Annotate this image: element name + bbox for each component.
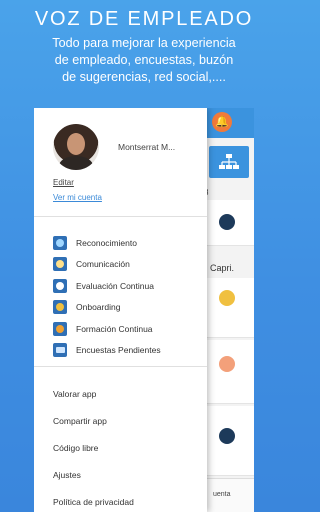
onboarding-icon: [53, 300, 67, 315]
avatar[interactable]: [53, 124, 99, 170]
menu-item-reconocimiento[interactable]: Reconocimiento: [53, 232, 161, 254]
surveys-icon: [53, 343, 67, 358]
lightbulb-icon: [219, 356, 235, 372]
promo-title: VOZ DE EMPLEADO: [34, 8, 254, 30]
app-bottom-label: uenta: [213, 491, 231, 498]
promo-subtitle: Todo para mejorar la experiencia de empl…: [0, 35, 288, 86]
rocket-icon: [219, 428, 235, 444]
promo-header: VOZ DE EMPLEADO Todo para mejorar la exp…: [0, 0, 288, 104]
my-account-link[interactable]: Ver mi cuenta: [53, 193, 102, 202]
org-chart-svg: [219, 154, 239, 169]
menu-item-valorar-app[interactable]: Valorar app: [53, 380, 134, 407]
divider: [34, 366, 207, 367]
communication-icon: [53, 257, 67, 272]
org-chart-icon[interactable]: [209, 146, 249, 178]
menu-item-label: Evaluación Continua: [76, 280, 154, 291]
menu-item-label: Formación Continua: [76, 323, 153, 334]
avatar-body: [59, 156, 93, 170]
edit-profile-link[interactable]: Editar: [53, 178, 74, 187]
menu-item-ajustes[interactable]: Ajustes: [53, 461, 134, 488]
app-card-3[interactable]: [207, 340, 254, 404]
promo-subtitle-line-3: de sugerencias, red social,....: [62, 70, 226, 84]
menu-item-comunicacion[interactable]: Comunicación: [53, 254, 161, 276]
app-card-2[interactable]: [207, 278, 254, 338]
app-bottom-bar[interactable]: uenta: [207, 478, 254, 512]
menu-item-encuestas[interactable]: Encuestas Pendientes: [53, 340, 161, 362]
promo-subtitle-line-2: de empleado, encuestas, buzón: [54, 53, 234, 67]
recognition-icon: [53, 235, 67, 250]
user-name: Montserrat M...: [118, 142, 176, 152]
avatar-face: [67, 133, 85, 155]
menu-item-compartir-app[interactable]: Compartir app: [53, 407, 134, 434]
menu-item-label: Onboarding: [76, 302, 121, 313]
evaluation-icon: [53, 278, 67, 293]
app-snippet-text: Capri.: [210, 263, 235, 273]
rocket-icon: [219, 214, 235, 230]
menu-item-codigo-libre[interactable]: Código libre: [53, 434, 134, 461]
menu-item-onboarding[interactable]: Onboarding: [53, 297, 161, 319]
menu-item-label: Reconocimiento: [76, 237, 137, 248]
menu-item-evaluacion[interactable]: Evaluación Continua: [53, 275, 161, 297]
flag-icon: [219, 290, 235, 306]
app-card-4[interactable]: [207, 406, 254, 476]
settings-menu: Valorar app Compartir app Código libre A…: [53, 380, 134, 512]
training-icon: [53, 321, 67, 336]
phone-screen: 🔔 8 Capri. uenta: [34, 108, 254, 512]
menu-item-politica-privacidad[interactable]: Política de privacidad: [53, 488, 134, 512]
notification-bell-icon[interactable]: 🔔: [212, 112, 232, 132]
menu-item-formacion[interactable]: Formación Continua: [53, 318, 161, 340]
promo-subtitle-line-1: Todo para mejorar la experiencia: [52, 36, 236, 50]
main-menu: Reconocimiento Comunicación Evaluación C…: [53, 232, 161, 361]
menu-item-label: Comunicación: [76, 259, 130, 270]
navigation-drawer: Montserrat M... Editar Ver mi cuenta Rec…: [34, 108, 207, 512]
divider: [34, 216, 207, 217]
app-card-1[interactable]: [207, 200, 254, 246]
menu-item-label: Encuestas Pendientes: [76, 345, 161, 356]
